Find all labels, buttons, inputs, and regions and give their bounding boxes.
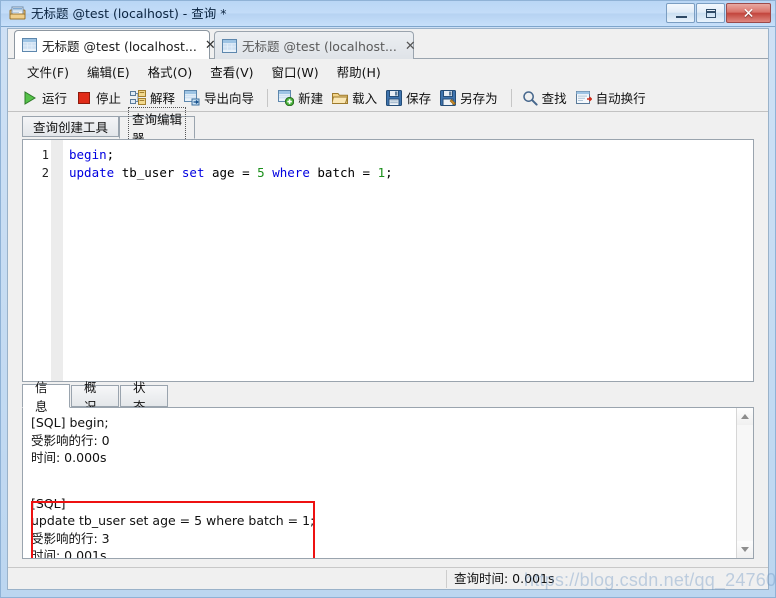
find-button[interactable]: 查找 — [519, 86, 573, 109]
export-wizard-button[interactable]: 导出向导 — [181, 86, 260, 109]
minimize-button[interactable] — [666, 3, 695, 23]
line-content: begin; — [69, 147, 115, 162]
find-label: 查找 — [541, 91, 567, 106]
menu-help[interactable]: 帮助(H) — [328, 59, 390, 84]
query-time-status: 查询时间: 0.001s — [454, 571, 555, 586]
save-button[interactable]: 保存 — [383, 86, 437, 109]
new-query-button[interactable]: 新建 — [275, 86, 329, 109]
editor-mode-tab-bar: 查询创建工具 查询编辑器 — [8, 106, 768, 149]
close-icon[interactable]: ✕ — [205, 38, 216, 51]
sql-editor[interactable]: 1 begin; 2 update tb_user set age = 5 wh… — [22, 139, 754, 382]
tab-status[interactable]: 状态 — [120, 380, 168, 414]
menu-bar: 文件(F) 编辑(E) 格式(O) 查看(V) 窗口(W) 帮助(H) — [8, 59, 768, 84]
menu-format[interactable]: 格式(O) — [139, 59, 202, 84]
load-button[interactable]: 载入 — [329, 86, 383, 109]
document-tab-label: 无标题 @test (localhost... — [42, 38, 197, 54]
stop-icon — [76, 90, 92, 106]
word-wrap-button[interactable]: 自动换行 — [573, 86, 652, 109]
new-query-label: 新建 — [298, 91, 324, 106]
menu-file[interactable]: 文件(F) — [18, 59, 78, 84]
log-line: 时间: 0.001s — [31, 548, 107, 559]
export-wizard-label: 导出向导 — [204, 91, 255, 106]
log-line: [SQL] begin; — [31, 415, 109, 430]
document-tab-label: 无标题 @test (localhost... — [242, 39, 397, 54]
tab-query-builder[interactable]: 查询创建工具 — [22, 116, 119, 137]
table-icon — [22, 38, 37, 52]
scroll-up-arrow-icon[interactable] — [737, 408, 753, 425]
results-panel: 信息 概况 状态 [SQL] begin; 受影响的行: 0 时间: 0.000… — [22, 380, 754, 559]
word-wrap-icon — [575, 90, 593, 106]
line-number: 2 — [41, 166, 49, 180]
table-icon — [222, 38, 237, 53]
explain-label: 解释 — [150, 91, 176, 106]
message-log-scrollbar[interactable] — [736, 408, 753, 558]
line-number: 1 — [41, 148, 49, 162]
line-content: update tb_user set age = 5 where batch =… — [69, 165, 393, 180]
status-separator — [446, 570, 447, 588]
window-title: 无标题 @test (localhost) - 查询 * — [31, 6, 227, 21]
load-label: 载入 — [352, 91, 378, 106]
explain-icon — [130, 89, 147, 106]
application-window: 无标题 @test (localhost) - 查询 * ✕ 无标题 @test… — [0, 0, 776, 598]
tab-information[interactable]: 信息 — [22, 380, 70, 414]
message-log[interactable]: [SQL] begin; 受影响的行: 0 时间: 0.000s [SQL] u… — [23, 408, 736, 558]
document-tab-1[interactable]: 无标题 @test (localhost... ✕ — [14, 30, 216, 59]
stop-label: 停止 — [96, 91, 122, 106]
menu-view[interactable]: 查看(V) — [201, 59, 262, 84]
query-window-icon — [9, 6, 26, 22]
run-button[interactable]: 运行 — [19, 86, 73, 109]
code-line: 2 update tb_user set age = 5 where batch… — [23, 164, 753, 182]
toolbar: 运行 停止 解释 导出向导 新建 载入 保存 另存为 查找 自动换行 — [8, 84, 768, 112]
toolbar-separator — [267, 88, 269, 107]
log-line: 时间: 0.000s — [31, 450, 107, 465]
results-tab-bar: 信息 概况 状态 — [22, 380, 754, 414]
restore-button[interactable] — [696, 3, 725, 23]
title-bar: 无标题 @test (localhost) - 查询 * ✕ — [1, 1, 775, 27]
menu-edit[interactable]: 编辑(E) — [78, 59, 139, 84]
tab-query-editor[interactable]: 查询编辑器 — [119, 106, 195, 149]
stop-button[interactable]: 停止 — [73, 86, 127, 109]
results-body: [SQL] begin; 受影响的行: 0 时间: 0.000s [SQL] u… — [22, 407, 754, 559]
save-icon — [386, 89, 403, 106]
tab-query-builder-label: 查询创建工具 — [32, 120, 108, 135]
export-wizard-icon — [184, 89, 200, 106]
save-as-icon — [440, 89, 457, 106]
document-tab-bar: 无标题 @test (localhost... ✕ 无标题 @test (loc… — [8, 29, 768, 59]
tab-information-label: 信息 — [35, 380, 48, 414]
document-tab-2[interactable]: 无标题 @test (localhost... ✕ — [214, 31, 416, 59]
log-line: update tb_user set age = 5 where batch =… — [31, 513, 315, 528]
code-line: 1 begin; — [23, 146, 753, 164]
status-bar: 查询时间: 0.001s — [8, 567, 768, 589]
log-line: 受影响的行: 0 — [31, 432, 110, 448]
run-label: 运行 — [42, 91, 68, 106]
close-icon: ✕ — [742, 5, 755, 21]
tab-profile[interactable]: 概况 — [71, 380, 119, 414]
folder-open-icon — [331, 90, 349, 106]
word-wrap-label: 自动换行 — [595, 91, 646, 106]
window-controls: ✕ — [666, 3, 771, 24]
log-line: [SQL] — [31, 495, 66, 511]
save-label: 保存 — [406, 91, 432, 106]
new-query-icon — [278, 89, 295, 106]
close-button[interactable]: ✕ — [726, 3, 771, 23]
log-line: 受影响的行: 3 — [31, 530, 110, 546]
log-spacer — [31, 467, 736, 481]
menu-window[interactable]: 窗口(W) — [263, 59, 328, 84]
search-icon — [522, 90, 538, 106]
play-icon — [22, 90, 38, 106]
client-area: 无标题 @test (localhost... ✕ 无标题 @test (loc… — [7, 28, 769, 590]
log-spacer — [31, 481, 736, 495]
close-icon[interactable]: ✕ — [405, 39, 416, 52]
scroll-down-arrow-icon[interactable] — [737, 541, 753, 558]
save-as-button[interactable]: 另存为 — [437, 86, 504, 109]
save-as-label: 另存为 — [460, 91, 498, 106]
toolbar-separator — [510, 88, 512, 107]
